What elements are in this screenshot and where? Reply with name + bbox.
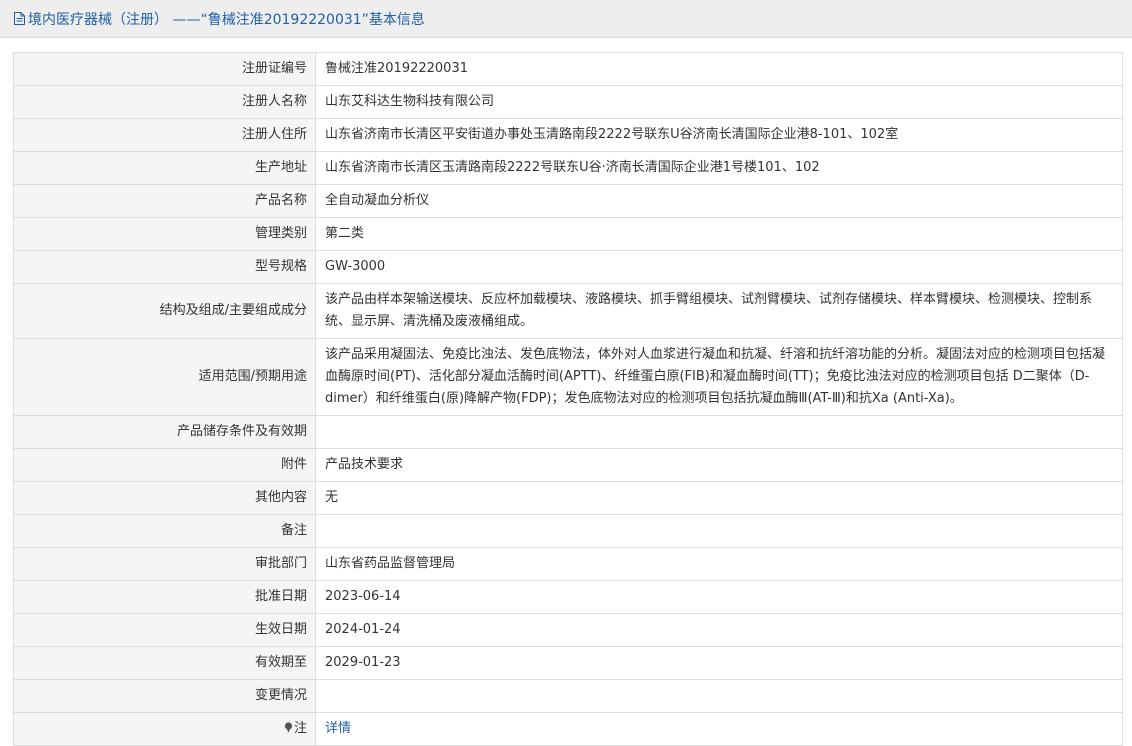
pin-icon bbox=[284, 719, 293, 733]
field-value bbox=[315, 679, 1123, 713]
field-value: 鲁械注准20192220031 bbox=[315, 52, 1123, 86]
field-label: 结构及组成/主要组成成分 bbox=[13, 283, 316, 339]
field-value: 产品技术要求 bbox=[315, 448, 1123, 482]
field-value: 该产品由样本架输送模块、反应杯加载模块、液路模块、抓手臂组模块、试剂臂模块、试剂… bbox=[315, 283, 1123, 339]
document-icon bbox=[14, 12, 25, 25]
note-row: 注 详情 bbox=[13, 712, 1123, 746]
field-label: 适用范围/预期用途 bbox=[13, 338, 316, 416]
field-label: 批准日期 bbox=[13, 580, 316, 614]
field-label: 注册证编号 bbox=[13, 52, 316, 86]
table-row: 生效日期 2024-01-24 bbox=[13, 613, 1123, 647]
table-row: 附件 产品技术要求 bbox=[13, 448, 1123, 482]
field-label: 注册人住所 bbox=[13, 118, 316, 152]
field-label: 生效日期 bbox=[13, 613, 316, 647]
field-label: 变更情况 bbox=[13, 679, 316, 713]
note-label: 注 bbox=[293, 721, 307, 736]
field-value: 2029-01-23 bbox=[315, 646, 1123, 680]
table-row: 备注 bbox=[13, 514, 1123, 548]
table-row: 审批部门 山东省药品监督管理局 bbox=[13, 547, 1123, 581]
field-label: 有效期至 bbox=[13, 646, 316, 680]
table-row: 注册人名称 山东艾科达生物科技有限公司 bbox=[13, 85, 1123, 119]
field-label: 注册人名称 bbox=[13, 85, 316, 119]
table-row: 结构及组成/主要组成成分 该产品由样本架输送模块、反应杯加载模块、液路模块、抓手臂… bbox=[13, 283, 1123, 339]
field-value bbox=[315, 415, 1123, 449]
table-row: 注册证编号 鲁械注准20192220031 bbox=[13, 52, 1123, 86]
field-value: 全自动凝血分析仪 bbox=[315, 184, 1123, 218]
field-label: 产品储存条件及有效期 bbox=[13, 415, 316, 449]
field-value: 2023-06-14 bbox=[315, 580, 1123, 614]
note-label-cell: 注 bbox=[13, 712, 316, 746]
table-row: 型号规格 GW-3000 bbox=[13, 250, 1123, 284]
table-row: 生产地址 山东省济南市长清区玉清路南段2222号联东U谷·济南长清国际企业港1号楼… bbox=[13, 151, 1123, 185]
field-label: 审批部门 bbox=[13, 547, 316, 581]
table-row: 变更情况 bbox=[13, 679, 1123, 713]
field-label: 附件 bbox=[13, 448, 316, 482]
note-value-cell: 详情 bbox=[315, 712, 1123, 746]
table-row: 有效期至 2029-01-23 bbox=[13, 646, 1123, 680]
field-label: 生产地址 bbox=[13, 151, 316, 185]
table-row: 产品名称 全自动凝血分析仪 bbox=[13, 184, 1123, 218]
page-title: 境内医疗器械（注册） ——“鲁械注准20192220031”基本信息 bbox=[28, 11, 425, 28]
field-value: 山东省济南市长清区平安街道办事处玉清路南段2222号联东U谷济南长清国际企业港8… bbox=[315, 118, 1123, 152]
table-row: 批准日期 2023-06-14 bbox=[13, 580, 1123, 614]
field-label: 备注 bbox=[13, 514, 316, 548]
table-row: 其他内容无 bbox=[13, 481, 1123, 515]
info-table: 注册证编号 鲁械注准20192220031 注册人名称 山东艾科达生物科技有限公司 注册… bbox=[13, 52, 1123, 746]
field-value: 该产品采用凝固法、免疫比浊法、发色底物法，体外对人血浆进行凝血和抗凝、纤溶和抗纤… bbox=[315, 338, 1123, 416]
field-label: 型号规格 bbox=[13, 250, 316, 284]
field-value bbox=[315, 514, 1123, 548]
table-row: 管理类别 第二类 bbox=[13, 217, 1123, 251]
table-row: 产品储存条件及有效期 bbox=[13, 415, 1123, 449]
field-value: 山东省济南市长清区玉清路南段2222号联东U谷·济南长清国际企业港1号楼101、… bbox=[315, 151, 1123, 185]
field-label: 管理类别 bbox=[13, 217, 316, 251]
field-value: GW-3000 bbox=[315, 250, 1123, 284]
table-row: 适用范围/预期用途 该产品采用凝固法、免疫比浊法、发色底物法，体外对人血浆进行凝血… bbox=[13, 338, 1123, 416]
detail-link[interactable]: 详情 bbox=[325, 721, 351, 736]
table-row: 注册人住所 山东省济南市长清区平安街道办事处玉清路南段2222号联东U谷济南长清国… bbox=[13, 118, 1123, 152]
field-label: 其他内容 bbox=[13, 481, 316, 515]
field-value: 无 bbox=[315, 481, 1123, 515]
field-value: 第二类 bbox=[315, 217, 1123, 251]
field-value: 山东艾科达生物科技有限公司 bbox=[315, 85, 1123, 119]
info-table-container: 注册证编号 鲁械注准20192220031 注册人名称 山东艾科达生物科技有限公司 注册… bbox=[13, 52, 1123, 746]
field-value: 2024-01-24 bbox=[315, 613, 1123, 647]
field-label: 产品名称 bbox=[13, 184, 316, 218]
page-title-bar: 境内医疗器械（注册） ——“鲁械注准20192220031”基本信息 bbox=[0, 0, 1132, 38]
field-value: 山东省药品监督管理局 bbox=[315, 547, 1123, 581]
